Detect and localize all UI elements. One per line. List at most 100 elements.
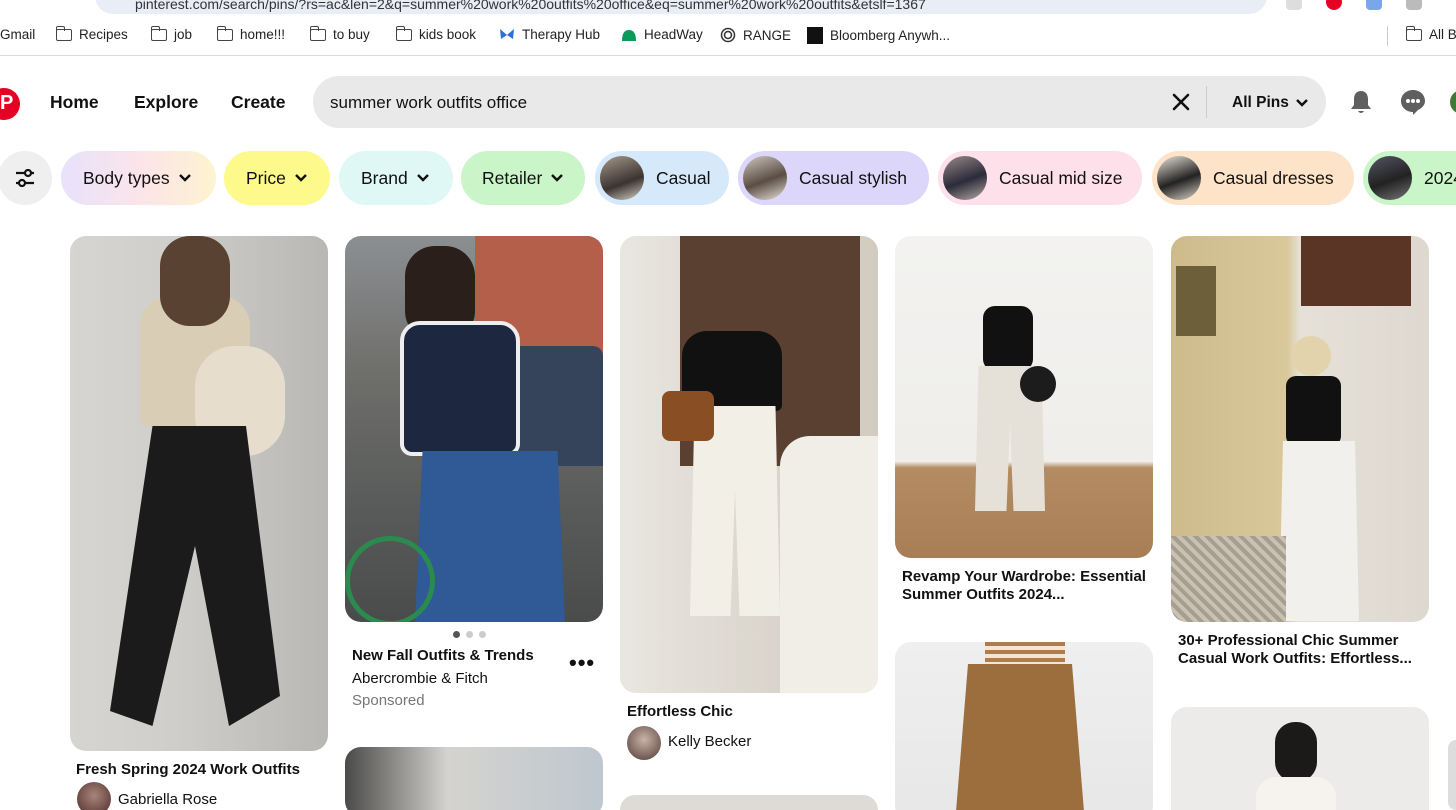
avatar[interactable] bbox=[1450, 90, 1456, 114]
carousel-dot[interactable] bbox=[479, 631, 486, 638]
pin-title[interactable]: Revamp Your Wardrobe: Essential Summer O… bbox=[902, 568, 1150, 604]
filter-brand[interactable]: Brand bbox=[339, 151, 453, 205]
nav-explore[interactable]: Explore bbox=[134, 92, 198, 113]
chip-thumbnail bbox=[1157, 156, 1201, 200]
browser-toolbar: pinterest.com/search/pins/?rs=ac&len=2&q… bbox=[0, 0, 1456, 16]
chevron-down-icon bbox=[1296, 99, 1308, 107]
bookmark-range[interactable]: RANGE bbox=[720, 27, 791, 43]
pin-title[interactable]: Fresh Spring 2024 Work Outfits bbox=[76, 761, 326, 779]
pin-title[interactable]: 30+ Professional Chic Summer Casual Work… bbox=[1178, 632, 1428, 668]
scope-dropdown[interactable]: All Pins bbox=[1232, 94, 1309, 112]
chip-thumbnail bbox=[743, 156, 787, 200]
profile-icon[interactable] bbox=[1406, 0, 1422, 10]
url-text: pinterest.com/search/pins/?rs=ac&len=2&q… bbox=[135, 0, 926, 12]
scroll-edge-pin bbox=[1448, 740, 1456, 810]
bookmark-recipes[interactable]: Recipes bbox=[55, 25, 128, 42]
folder-icon bbox=[1405, 25, 1422, 41]
pin-image[interactable] bbox=[70, 236, 328, 751]
pin-figure-trousers bbox=[110, 426, 280, 726]
pin-figure-hair bbox=[1275, 722, 1317, 782]
pin-figure-top bbox=[1286, 376, 1341, 446]
pin-author[interactable]: Kelly Becker bbox=[668, 733, 751, 750]
bookmark-kids-book[interactable]: kids book bbox=[395, 25, 476, 42]
pin-door bbox=[1301, 236, 1411, 306]
pin-image[interactable] bbox=[345, 236, 603, 622]
pin-figure-top bbox=[1256, 777, 1336, 810]
pin-figure-bag bbox=[662, 391, 714, 441]
pin-title[interactable]: New Fall Outfits & Trends bbox=[352, 647, 552, 665]
chip-thumbnail bbox=[1368, 156, 1412, 200]
search-bar[interactable]: summer work outfits office All Pins bbox=[313, 76, 1326, 128]
filter-price[interactable]: Price bbox=[224, 151, 330, 205]
pinterest-extension-icon[interactable] bbox=[1326, 0, 1342, 10]
filter-body-types[interactable]: Body types bbox=[61, 151, 216, 205]
sponsored-label: Sponsored bbox=[352, 692, 425, 709]
carousel-dot[interactable] bbox=[466, 631, 473, 638]
address-bar[interactable]: pinterest.com/search/pins/?rs=ac&len=2&q… bbox=[95, 0, 1267, 14]
chip-thumbnail bbox=[943, 156, 987, 200]
bell-icon[interactable] bbox=[1348, 89, 1374, 115]
messages-icon[interactable] bbox=[1400, 89, 1426, 115]
bookmark-to-buy[interactable]: to buy bbox=[309, 25, 370, 42]
nav-create[interactable]: Create bbox=[231, 92, 285, 113]
extension-icon[interactable] bbox=[1286, 0, 1302, 10]
butterfly-icon bbox=[500, 28, 514, 39]
pin-figure-top bbox=[983, 306, 1033, 371]
chevron-down-icon bbox=[416, 174, 429, 182]
pin-image[interactable] bbox=[620, 236, 878, 693]
bookmark-separator bbox=[1387, 26, 1388, 46]
pin-image[interactable] bbox=[620, 795, 878, 810]
bloomberg-icon bbox=[807, 27, 823, 44]
close-icon[interactable] bbox=[1171, 92, 1191, 112]
pin-advertiser[interactable]: Abercrombie & Fitch bbox=[352, 670, 488, 687]
filter-casual-stylish[interactable]: Casual stylish bbox=[738, 151, 929, 205]
pin-window bbox=[1176, 266, 1216, 336]
pin-author[interactable]: Gabriella Rose bbox=[118, 791, 217, 808]
pin-figure-bag bbox=[1020, 366, 1056, 402]
pin-sofa bbox=[780, 436, 878, 693]
chevron-down-icon bbox=[295, 174, 307, 182]
bookmark-home[interactable]: home!!! bbox=[216, 25, 285, 42]
pin-figure-vest bbox=[400, 321, 520, 456]
avatar[interactable] bbox=[627, 726, 661, 760]
more-options-button[interactable]: ••• bbox=[569, 650, 595, 676]
pin-image[interactable] bbox=[895, 236, 1153, 558]
extension-icon[interactable] bbox=[1366, 0, 1382, 10]
filter-retailer[interactable]: Retailer bbox=[461, 151, 585, 205]
pin-image[interactable] bbox=[1171, 707, 1429, 810]
search-input[interactable]: summer work outfits office bbox=[330, 93, 527, 113]
pin-image[interactable] bbox=[895, 642, 1153, 810]
pin-title[interactable]: Effortless Chic bbox=[627, 703, 877, 721]
pin-figure-jeans bbox=[415, 451, 565, 622]
chevron-down-icon bbox=[551, 174, 564, 182]
pin-bicycle bbox=[345, 536, 435, 622]
pin-image[interactable] bbox=[345, 747, 603, 810]
filter-sliders-icon bbox=[16, 169, 34, 187]
range-icon bbox=[720, 27, 736, 43]
avatar[interactable] bbox=[77, 782, 111, 810]
pin-figure-hair bbox=[1291, 336, 1331, 376]
pin-figure-trousers bbox=[955, 664, 1085, 810]
carousel-dots[interactable] bbox=[453, 631, 486, 638]
folder-icon bbox=[309, 25, 326, 41]
filter-casual-dresses[interactable]: Casual dresses bbox=[1152, 151, 1354, 205]
bookmark-therapy-hub[interactable]: Therapy Hub bbox=[499, 27, 600, 42]
bookmark-all-bookmarks[interactable]: All B bbox=[1405, 25, 1456, 42]
filters-button[interactable] bbox=[0, 151, 52, 205]
bookmark-bloomberg[interactable]: Bloomberg Anywh... bbox=[807, 27, 950, 44]
pinterest-logo-icon[interactable] bbox=[0, 88, 20, 120]
folder-icon bbox=[395, 25, 412, 41]
bookmark-job[interactable]: job bbox=[150, 25, 192, 42]
filter-2024[interactable]: 2024 bbox=[1363, 151, 1456, 205]
carousel-dot[interactable] bbox=[453, 631, 460, 638]
pin-image[interactable] bbox=[1171, 236, 1429, 622]
nav-home[interactable]: Home bbox=[50, 92, 99, 113]
pin-figure-stripes bbox=[985, 642, 1065, 667]
bookmark-headway[interactable]: HeadWay bbox=[621, 27, 703, 42]
pin-figure-trousers bbox=[1279, 441, 1359, 621]
pin-pavement bbox=[1171, 536, 1286, 622]
filter-casual-mid-size[interactable]: Casual mid size bbox=[938, 151, 1142, 205]
bookmark-gmail[interactable]: Gmail bbox=[0, 27, 35, 42]
chevron-down-icon bbox=[178, 174, 191, 182]
filter-casual[interactable]: Casual bbox=[595, 151, 729, 205]
